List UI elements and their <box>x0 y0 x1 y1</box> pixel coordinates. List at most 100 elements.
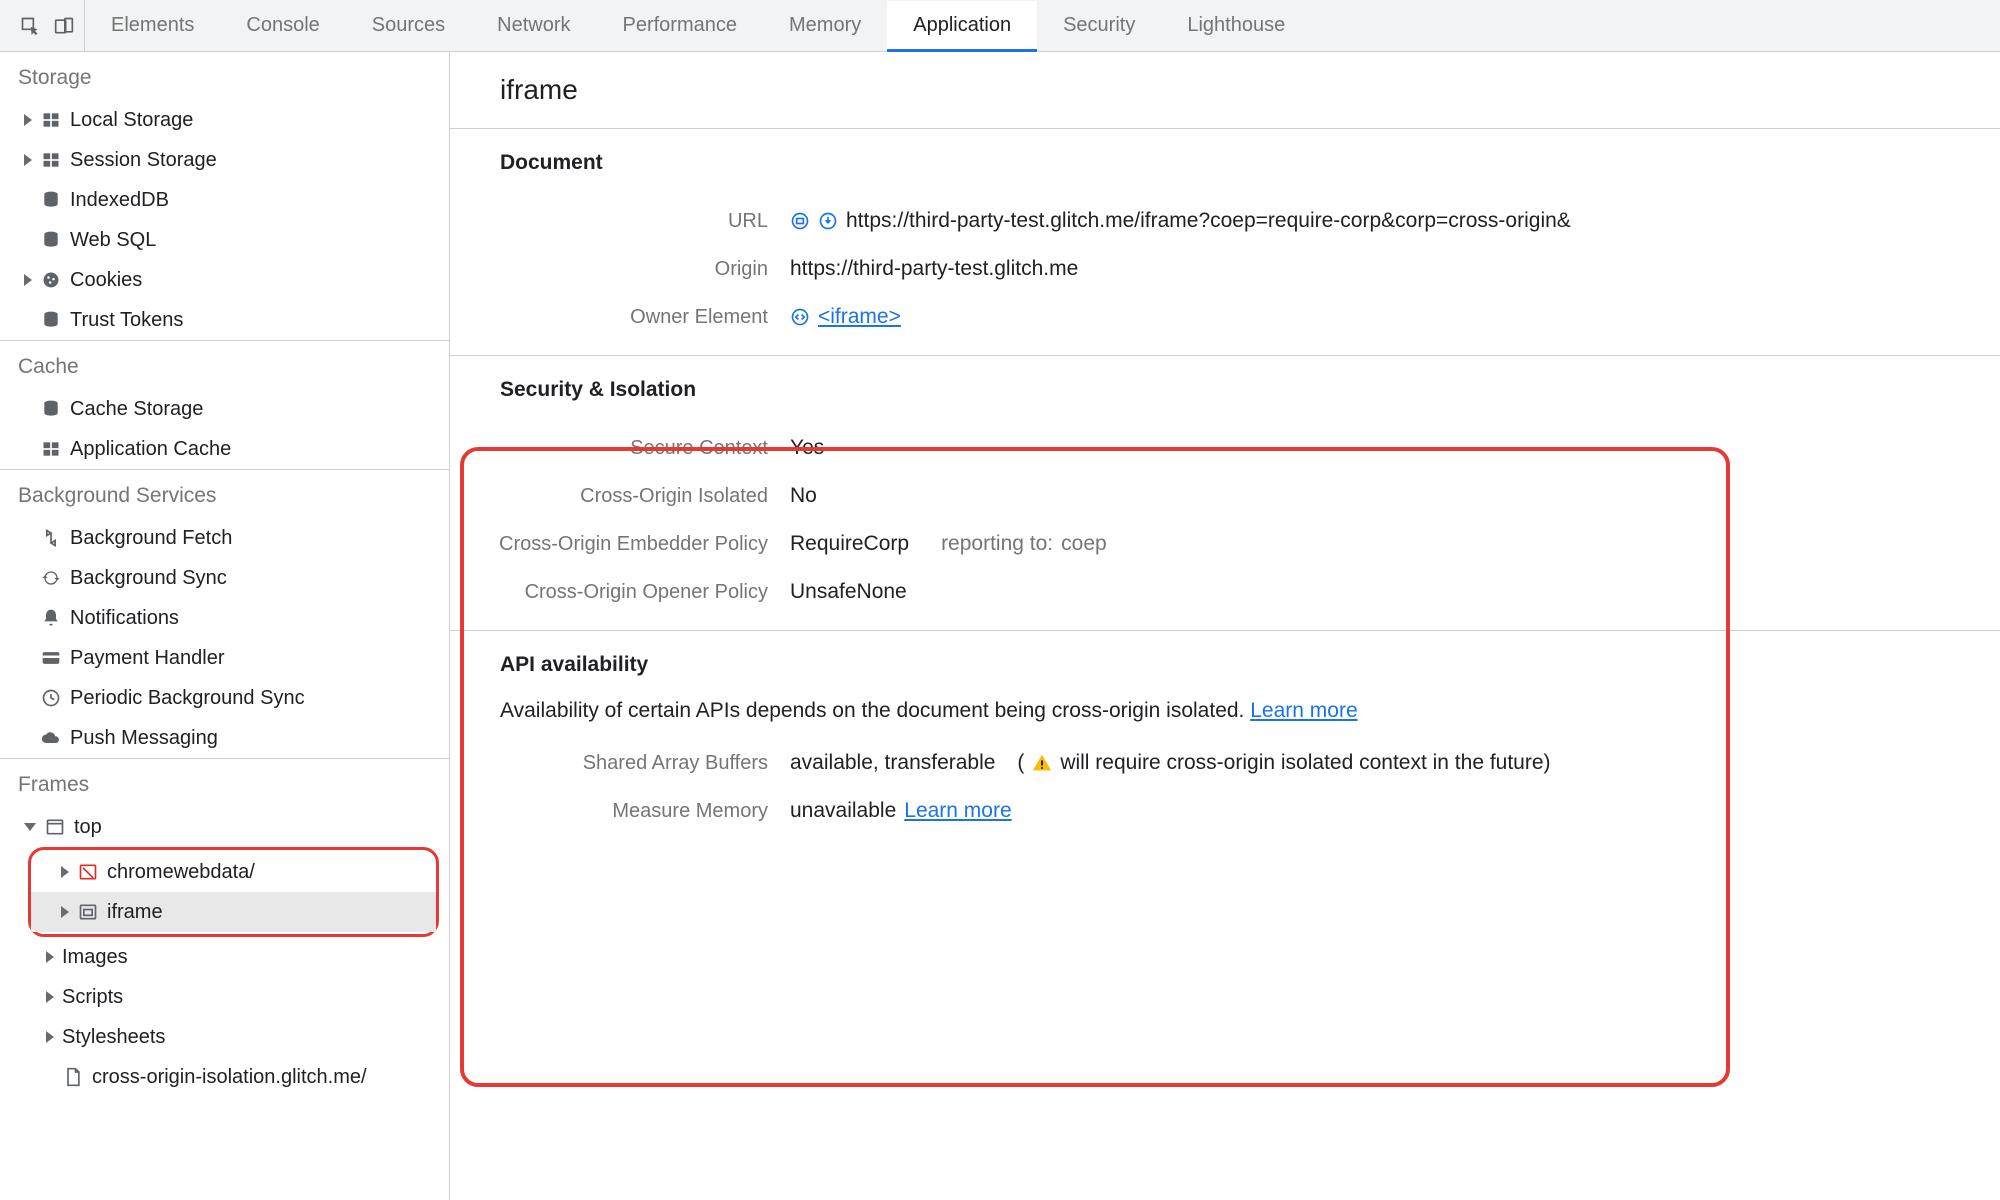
sidebar-section-storage: Storage <box>0 52 449 100</box>
section-heading-api: API availability <box>500 653 2000 677</box>
sidebar-item-indexeddb[interactable]: IndexedDB <box>0 180 449 220</box>
devtools-tab-bar: Elements Console Sources Network Perform… <box>0 0 2000 52</box>
warning-icon <box>1032 753 1052 773</box>
sidebar-item-push-messaging[interactable]: Push Messaging <box>0 718 449 758</box>
api-desc-row: Availability of certain APIs depends on … <box>500 699 2000 739</box>
section-heading-document: Document <box>500 151 2000 175</box>
value-cross-origin-isolated: No <box>790 484 817 508</box>
frames-annotation-highlight: chromewebdata/ iframe <box>28 847 439 937</box>
tab-elements[interactable]: Elements <box>85 1 220 52</box>
tab-network[interactable]: Network <box>471 1 596 52</box>
sidebar-item-label: Background Fetch <box>70 523 232 553</box>
value-url: https://third-party-test.glitch.me/ifram… <box>790 209 1571 233</box>
mm-learn-more-link[interactable]: Learn more <box>904 799 1011 823</box>
sidebar-item-label: IndexedDB <box>70 185 169 215</box>
sidebar-item-label: Payment Handler <box>70 643 225 673</box>
sidebar-item-label: iframe <box>107 897 163 927</box>
sidebar-item-label: Scripts <box>62 982 123 1012</box>
sidebar-item-label: Background Sync <box>70 563 227 593</box>
owner-element-link[interactable]: <iframe> <box>818 305 901 329</box>
tab-sources[interactable]: Sources <box>346 1 471 52</box>
sidebar-item-websql[interactable]: Web SQL <box>0 220 449 260</box>
frame-item-top[interactable]: top <box>0 807 449 847</box>
sidebar-item-label: top <box>74 812 102 842</box>
reveal-network-icon[interactable] <box>818 211 838 231</box>
value-coep: RequireCorp reporting to: coep <box>790 532 1107 556</box>
tab-memory[interactable]: Memory <box>763 1 887 52</box>
value-owner-element[interactable]: <iframe> <box>790 305 901 329</box>
sidebar-item-label: Local Storage <box>70 105 193 135</box>
reveal-source-icon[interactable] <box>790 211 810 231</box>
database-icon <box>40 398 62 420</box>
label-measure-memory: Measure Memory <box>500 800 790 823</box>
application-sidebar: Storage Local Storage Session Storage In… <box>0 52 450 1200</box>
frame-item-images[interactable]: Images <box>0 937 449 977</box>
sidebar-item-cache-storage[interactable]: Cache Storage <box>0 389 449 429</box>
chevron-right-icon <box>61 866 69 878</box>
tab-performance[interactable]: Performance <box>597 1 764 52</box>
bell-icon <box>40 607 62 629</box>
sab-warn-prefix: ( <box>1017 751 1024 775</box>
frame-icon <box>44 816 66 838</box>
card-icon <box>40 647 62 669</box>
learn-more-link[interactable]: Learn more <box>1250 699 1357 722</box>
tab-lighthouse[interactable]: Lighthouse <box>1161 1 1311 52</box>
section-document: Document URL https://third-party-test.gl… <box>450 129 2000 356</box>
sidebar-section-frames: Frames <box>0 758 449 807</box>
database-icon <box>40 189 62 211</box>
table-icon <box>40 438 62 460</box>
blocked-frame-icon <box>77 861 99 883</box>
sidebar-item-label: Stylesheets <box>62 1022 165 1052</box>
device-toolbar-icon[interactable] <box>54 16 74 36</box>
value-origin: https://third-party-test.glitch.me <box>790 257 1078 281</box>
section-api-availability: API availability Availability of certain… <box>450 631 2000 849</box>
sidebar-item-label: Periodic Background Sync <box>70 683 305 713</box>
label-cross-origin-isolated: Cross-Origin Isolated <box>500 485 790 508</box>
frame-item-chromewebdata[interactable]: chromewebdata/ <box>31 852 436 892</box>
frame-item-stylesheets[interactable]: Stylesheets <box>0 1017 449 1057</box>
sidebar-item-local-storage[interactable]: Local Storage <box>0 100 449 140</box>
sidebar-section-cache: Cache <box>0 340 449 389</box>
iframe-icon <box>77 901 99 923</box>
url-text: https://third-party-test.glitch.me/ifram… <box>846 209 1571 233</box>
tab-application[interactable]: Application <box>887 1 1037 52</box>
storage-icon <box>40 109 62 131</box>
sidebar-item-background-fetch[interactable]: Background Fetch <box>0 518 449 558</box>
coep-reporting-label: reporting to: <box>941 532 1053 556</box>
sidebar-item-session-storage[interactable]: Session Storage <box>0 140 449 180</box>
sidebar-item-periodic-sync[interactable]: Periodic Background Sync <box>0 678 449 718</box>
tab-security[interactable]: Security <box>1037 1 1161 52</box>
document-icon <box>62 1066 84 1088</box>
value-shared-array-buffers: available, transferable ( will require c… <box>790 751 1551 775</box>
frame-detail-panel: iframe Document URL https://third-party-… <box>450 52 2000 1200</box>
sidebar-item-application-cache[interactable]: Application Cache <box>0 429 449 469</box>
cloud-icon <box>40 727 62 749</box>
sidebar-item-trust-tokens[interactable]: Trust Tokens <box>0 300 449 340</box>
frame-item-document[interactable]: cross-origin-isolation.glitch.me/ <box>0 1057 449 1097</box>
chevron-right-icon <box>61 906 69 918</box>
frame-item-scripts[interactable]: Scripts <box>0 977 449 1017</box>
label-coop: Cross-Origin Opener Policy <box>500 581 790 604</box>
database-icon <box>40 309 62 331</box>
sidebar-item-notifications[interactable]: Notifications <box>0 598 449 638</box>
panel-title: iframe <box>450 52 2000 129</box>
label-owner-element: Owner Element <box>500 306 790 329</box>
sidebar-item-background-sync[interactable]: Background Sync <box>0 558 449 598</box>
sidebar-item-payment-handler[interactable]: Payment Handler <box>0 638 449 678</box>
inspect-element-icon[interactable] <box>20 16 40 36</box>
label-url: URL <box>500 210 790 233</box>
chevron-down-icon <box>24 823 36 831</box>
sidebar-item-label: Notifications <box>70 603 179 633</box>
sidebar-item-label: Session Storage <box>70 145 217 175</box>
label-shared-array-buffers: Shared Array Buffers <box>500 752 790 775</box>
frame-item-iframe[interactable]: iframe <box>31 892 436 932</box>
mm-value-text: unavailable <box>790 799 896 823</box>
sab-value-text: available, transferable <box>790 751 995 775</box>
sidebar-item-cookies[interactable]: Cookies <box>0 260 449 300</box>
tab-console[interactable]: Console <box>220 1 345 52</box>
sync-icon <box>40 567 62 589</box>
label-secure-context: Secure Context <box>500 437 790 460</box>
sidebar-item-label: Web SQL <box>70 225 156 255</box>
label-coep: Cross-Origin Embedder Policy <box>480 533 790 556</box>
sidebar-item-label: Cache Storage <box>70 394 203 424</box>
